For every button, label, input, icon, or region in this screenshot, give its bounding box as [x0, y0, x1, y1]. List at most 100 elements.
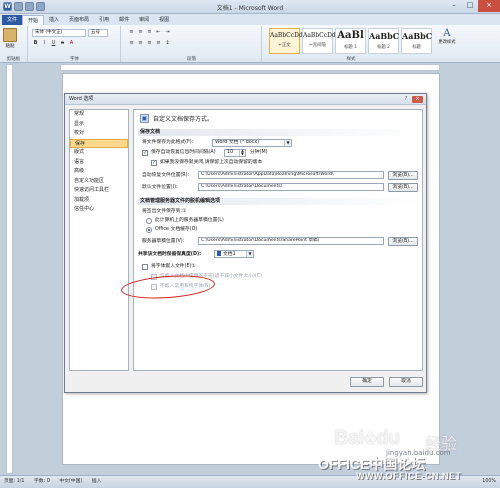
browse-autorecover-button[interactable]: 浏览(B)... — [388, 171, 418, 180]
close-window-button[interactable]: × — [478, 0, 500, 12]
no-common-fonts-checkbox[interactable] — [151, 284, 157, 290]
style-no-spacing[interactable]: AaBbCcDd ↵无间隔 — [302, 28, 336, 54]
nav-item-layout[interactable]: 版式 — [70, 148, 128, 158]
horizontal-ruler[interactable] — [60, 64, 440, 71]
browse-default-button[interactable]: 浏览(B)... — [388, 183, 418, 192]
justify-icon[interactable]: ≡ — [155, 40, 162, 47]
font-color-icon[interactable]: A — [68, 40, 75, 47]
styles-group-label: 样式 — [346, 57, 356, 62]
cancel-button[interactable]: 取消 — [389, 377, 423, 387]
save-options-panel: ▣ 自定义文档保存方式。 保存文档 将文件保存为此格式(F): Word 文档 … — [133, 109, 423, 371]
style-preview: AaBbC — [402, 31, 433, 41]
chevron-down-icon: ▼ — [284, 140, 291, 146]
save-disk-icon: ▣ — [140, 114, 149, 123]
tab-mailings[interactable]: 邮件 — [114, 15, 134, 25]
numbering-icon[interactable]: ≡ — [137, 29, 144, 36]
paste-button[interactable]: 粘贴 — [2, 28, 18, 50]
offline-editing-section: 文档管理服务器文件的脱机编辑选项 — [138, 198, 420, 205]
embed-fonts-checkbox[interactable] — [142, 264, 148, 270]
tab-view[interactable]: 视图 — [154, 15, 174, 25]
nav-item-trust-center[interactable]: 信任中心 — [70, 205, 128, 215]
tab-review[interactable]: 审阅 — [134, 15, 154, 25]
bullets-icon[interactable]: ≡ — [128, 29, 135, 36]
clipboard-icon — [3, 28, 17, 42]
status-language[interactable]: 中文(中国) — [59, 479, 82, 484]
underline-icon[interactable]: U — [50, 40, 57, 47]
default-location-input[interactable]: C:\Users\Administrator\Documents\ — [198, 183, 384, 191]
strikethrough-icon[interactable]: a — [59, 40, 66, 47]
tab-references[interactable]: 引用 — [94, 15, 114, 25]
checked-out-label: 将签出文件保存到:① — [142, 209, 187, 214]
save-format-value: Word 文档 (*.docx) — [215, 140, 260, 145]
nav-item-advanced[interactable]: 高级 — [70, 167, 128, 177]
style-preview: AaBbCcDd — [303, 32, 336, 39]
nav-item-add-ins[interactable]: 加载项 — [70, 196, 128, 206]
tab-file[interactable]: 文件 — [2, 15, 23, 25]
server-drafts-location-input[interactable]: C:\Users\Administrator\Documents\SharePo… — [198, 237, 384, 245]
change-styles-button[interactable]: A 更改样式 — [436, 28, 458, 45]
style-preview: AaBbC — [369, 31, 400, 41]
save-documents-section: 保存文档 — [138, 129, 420, 136]
autorecover-minutes-stepper[interactable]: 10 ▲ ▼ — [224, 149, 246, 157]
server-drafts-location-label: 服务器草稿位置(V): — [142, 239, 185, 244]
style-heading-2[interactable]: AaBbC 标题 2 — [368, 28, 399, 54]
decrease-indent-icon[interactable]: ⇤ — [155, 29, 162, 36]
ok-button[interactable]: 确定 — [350, 377, 384, 387]
dialog-close-button[interactable]: × — [412, 96, 423, 103]
nav-item-quick-access-toolbar[interactable]: 快速访问工具栏 — [70, 186, 128, 196]
server-drafts-radio[interactable] — [146, 218, 152, 224]
align-right-icon[interactable]: ≡ — [146, 40, 153, 47]
status-words[interactable]: 字数: 0 — [34, 479, 50, 484]
browse-server-drafts-button[interactable]: 浏览(B)... — [388, 237, 418, 246]
word-options-dialog: Word 选项 ? × 常规 显示 校对 保存 版式 语言 高级 自定义功能区 … — [64, 93, 427, 393]
nav-item-language[interactable]: 语言 — [70, 158, 128, 168]
tab-page-layout[interactable]: 页面布局 — [64, 15, 94, 25]
style-heading-1[interactable]: AaBl 标题 1 — [335, 28, 366, 54]
embed-used-chars-checkbox[interactable] — [151, 274, 157, 280]
nav-item-save[interactable]: 保存 — [70, 138, 128, 148]
italic-icon[interactable]: I — [41, 40, 48, 47]
tab-insert[interactable]: 插入 — [44, 15, 64, 25]
baidu-paw-icon: ♣ — [363, 427, 377, 449]
vertical-ruler[interactable] — [6, 64, 13, 474]
maximize-button[interactable]: □ — [462, 0, 478, 12]
line-spacing-icon[interactable]: ↕ — [164, 40, 171, 47]
nav-item-general[interactable]: 常规 — [70, 110, 128, 120]
nav-item-proofing[interactable]: 校对 — [70, 129, 128, 139]
style-title[interactable]: AaBbC 标题 — [401, 28, 432, 54]
list-buttons: ≡ ≡ ≡ ⇤ ⇥ — [128, 29, 171, 36]
nav-item-customize-ribbon[interactable]: 自定义功能区 — [70, 177, 128, 187]
autorecover-checkbox[interactable]: ✓ — [142, 150, 148, 156]
align-left-icon[interactable]: ≡ — [128, 40, 135, 47]
office-cn-url-watermark: WWW.OFFICE-CN.NET — [356, 471, 462, 481]
status-mode[interactable]: 插入 — [92, 479, 102, 484]
office-cache-option-label: Office 文档缓存(O) — [155, 227, 198, 232]
office-cache-radio[interactable] — [146, 227, 152, 233]
minimize-button[interactable]: – — [446, 0, 462, 12]
keep-last-version-label: 如果我没保存就关闭,请保留上次自动保留的版本 — [160, 160, 263, 165]
autorecover-location-input[interactable]: C:\Users\Administrator\AppData\Roaming\M… — [198, 171, 384, 179]
bold-icon[interactable]: B — [32, 40, 39, 47]
align-center-icon[interactable]: ≡ — [137, 40, 144, 47]
status-page[interactable]: 页面: 1/1 — [4, 479, 24, 484]
help-button[interactable]: ? — [402, 96, 410, 103]
multilevel-list-icon[interactable]: ≡ — [146, 29, 153, 36]
keep-last-version-checkbox[interactable]: ✓ — [151, 160, 157, 166]
baidu-watermark: Bai♣du — [334, 427, 400, 450]
increase-indent-icon[interactable]: ⇥ — [164, 29, 171, 36]
ribbon-tabs: 文件 开始 插入 页面布局 引用 邮件 审阅 视图 — [0, 14, 500, 25]
style-normal[interactable]: AaBbCcDd ↵正文 — [269, 28, 303, 54]
font-format-buttons: B I U a A — [32, 40, 75, 47]
font-size-box[interactable]: 五号 — [88, 29, 108, 37]
save-format-label: 将文件保存为此格式(F): — [142, 140, 194, 145]
baidu-watermark-text-2: du — [376, 427, 400, 449]
tab-home[interactable]: 开始 — [22, 15, 45, 25]
font-name-box[interactable]: 宋体 (中文正) — [32, 29, 86, 37]
nav-item-display[interactable]: 显示 — [70, 120, 128, 130]
fidelity-document-select[interactable]: 文档1 ▼ — [214, 250, 254, 258]
save-format-select[interactable]: Word 文档 (*.docx) ▼ — [212, 139, 292, 147]
zoom-level[interactable]: 100% — [482, 478, 496, 486]
paragraph-group-label: 段落 — [187, 57, 196, 62]
style-label: 标题 — [412, 45, 421, 50]
clipboard-group: 粘贴 剪贴板 — [0, 26, 28, 62]
